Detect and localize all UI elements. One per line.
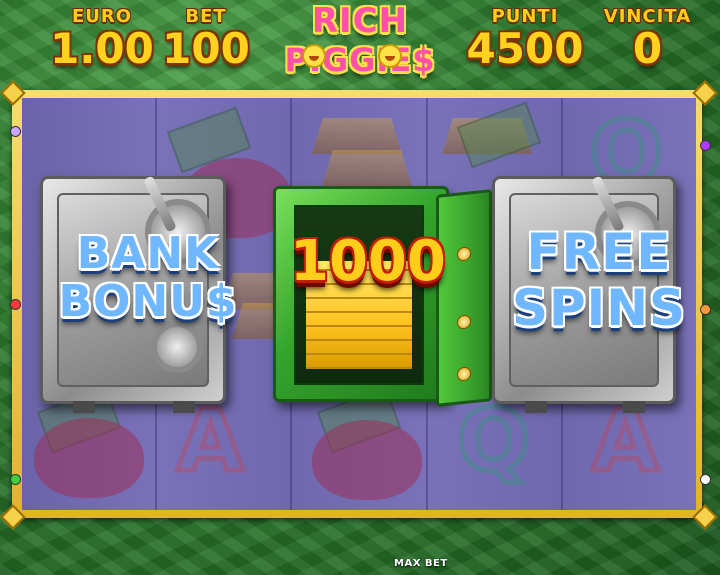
- line-gem-icon: [10, 474, 21, 485]
- win-stat: VINCITA 0: [585, 6, 710, 71]
- points-value: 4500: [466, 24, 584, 73]
- bet-stat: BET 100: [158, 6, 254, 71]
- max-bet-button[interactable]: MAX BET: [394, 558, 448, 569]
- euro-stat: EURO 1.00: [42, 6, 162, 71]
- points-stat: PUNTI 4500: [460, 6, 590, 71]
- free-spins-line2: SPINS: [511, 279, 687, 337]
- bank-bonus-label: BANK BONU$: [38, 230, 258, 326]
- safe-foot: [173, 401, 195, 413]
- symbol-q: Q: [454, 391, 532, 491]
- prize-amount: 1000: [290, 229, 446, 294]
- line-gem-icon: [10, 126, 21, 137]
- safe-dial-icon: [151, 321, 203, 373]
- safe-foot: [73, 401, 95, 413]
- win-value: 0: [632, 24, 663, 73]
- gold-bars-icon: [322, 150, 412, 186]
- cash-stack-icon: [456, 101, 542, 169]
- green-safe-door: [436, 189, 492, 407]
- game-logo: RICH PIGGIE$: [262, 2, 458, 86]
- top-header: EURO 1.00 BET 100 RICH PIGGIE$ PUNTI 450…: [0, 0, 720, 88]
- bank-bonus-line2: BONU$: [58, 276, 238, 327]
- safe-foot: [623, 401, 645, 413]
- line-gem-icon: [700, 474, 711, 485]
- bank-bonus-line1: BANK: [76, 228, 220, 279]
- bolt-icon: [457, 246, 471, 262]
- euro-value: 1.00: [50, 24, 154, 73]
- free-spins-line1: FREE: [526, 223, 672, 281]
- pig-face-icon: [302, 44, 326, 68]
- bet-value: 100: [162, 24, 250, 73]
- piggy-purse-icon: [312, 420, 422, 500]
- line-gem-icon: [10, 299, 21, 310]
- free-spins-label: FREE SPINS: [494, 224, 704, 336]
- bolt-icon: [457, 314, 471, 330]
- logo-line-rich: RICH: [311, 1, 409, 41]
- piggy-purse-icon: [34, 418, 144, 498]
- safe-foot: [525, 401, 547, 413]
- pig-face-icon: [378, 44, 402, 68]
- logo-line-piggies: PIGGIE$: [284, 41, 436, 79]
- line-gem-icon: [700, 140, 711, 151]
- gold-bars-icon: [312, 118, 402, 154]
- bolt-icon: [457, 366, 471, 382]
- green-open-safe-icon: [273, 186, 449, 402]
